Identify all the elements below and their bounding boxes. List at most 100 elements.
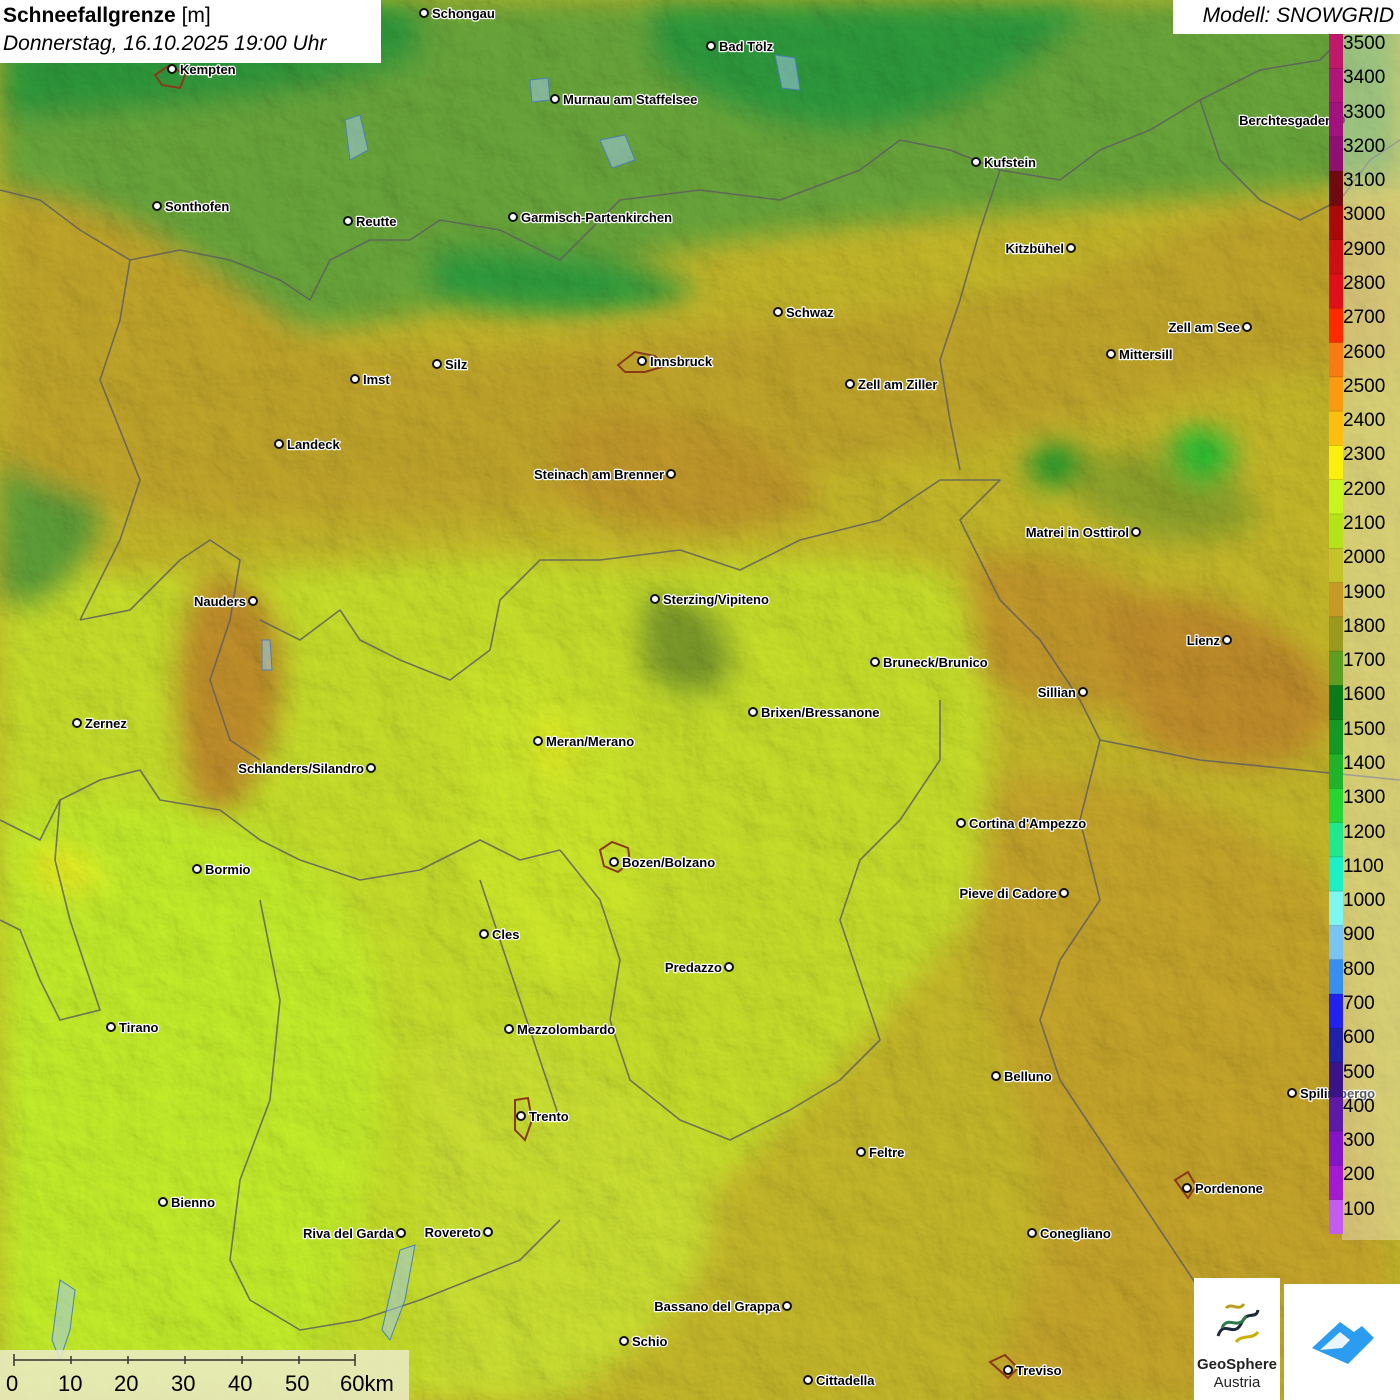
place-label: Meran/Merano xyxy=(546,734,634,749)
legend-tick-label: 100 xyxy=(1343,1198,1375,1220)
snowgrid-app-logo[interactable] xyxy=(1284,1284,1400,1400)
scale-label: 20 xyxy=(114,1371,139,1396)
place-dot xyxy=(748,707,758,717)
place-dot xyxy=(1182,1183,1192,1193)
scale-label: 40 xyxy=(228,1371,253,1396)
place-dot xyxy=(782,1301,792,1311)
place-marker[interactable]: Bruneck/Brunico xyxy=(870,654,989,671)
place-label: Belluno xyxy=(1004,1069,1052,1084)
legend-tick-label: 1100 xyxy=(1343,855,1384,877)
place-label: Zell am Ziller xyxy=(858,377,937,392)
place-marker[interactable]: Cortina d'Ampezzo xyxy=(956,815,1088,832)
legend-swatch xyxy=(1329,171,1343,206)
place-marker[interactable]: Bozen/Bolzano xyxy=(609,854,716,871)
legend-tick-label: 500 xyxy=(1343,1061,1375,1083)
scale-label: 50 xyxy=(285,1371,310,1396)
legend-tick-label: 2100 xyxy=(1343,513,1386,534)
place-label: Matrei in Osttirol xyxy=(1026,525,1129,540)
legend-tick-label: 300 xyxy=(1343,1130,1375,1152)
place-dot xyxy=(167,64,177,74)
place-label: Landeck xyxy=(287,437,341,452)
legend-tick-label: 600 xyxy=(1343,1027,1375,1049)
place-dot xyxy=(1003,1365,1013,1375)
place-marker[interactable]: Pieve di Cadore xyxy=(958,885,1069,902)
place-dot xyxy=(1131,527,1141,537)
place-dot xyxy=(479,929,489,939)
place-dot xyxy=(152,201,162,211)
place-marker[interactable]: Schongau xyxy=(419,5,496,22)
legend-swatch xyxy=(1329,754,1343,789)
place-marker[interactable]: Sonthofen xyxy=(152,198,231,215)
legend-swatch xyxy=(1329,102,1343,138)
place-marker[interactable]: Conegliano xyxy=(1027,1225,1112,1242)
legend-swatch xyxy=(1329,514,1343,549)
place-label: Bassano del Grappa xyxy=(654,1299,780,1314)
place-marker[interactable]: Riva del Garda xyxy=(302,1225,406,1242)
place-dot xyxy=(248,596,258,606)
place-label: Bozen/Bolzano xyxy=(622,855,715,870)
place-dot xyxy=(1059,888,1069,898)
place-dot xyxy=(192,864,202,874)
legend-swatch xyxy=(1329,308,1343,344)
place-dot xyxy=(1078,687,1088,697)
legend-tick-label: 2600 xyxy=(1343,341,1386,363)
place-dot xyxy=(274,439,284,449)
place-marker[interactable]: Meran/Merano xyxy=(533,733,635,750)
place-marker[interactable]: Zell am Ziller xyxy=(845,376,939,393)
legend-tick-label: 2800 xyxy=(1343,273,1386,294)
geosphere-country: Austria xyxy=(1213,1374,1261,1391)
legend-swatch xyxy=(1329,1165,1343,1201)
legend-swatch xyxy=(1329,239,1343,275)
place-label: Schwaz xyxy=(786,305,834,320)
legend-swatch xyxy=(1329,788,1343,824)
place-label: Feltre xyxy=(869,1145,904,1160)
place-marker[interactable]: Matrei in Osttirol xyxy=(1024,524,1141,541)
variable-unit: [m] xyxy=(181,4,211,27)
place-marker[interactable]: Schlanders/Silandro xyxy=(237,760,376,777)
place-dot xyxy=(516,1111,526,1121)
place-marker[interactable]: Garmisch-Partenkirchen xyxy=(508,209,673,226)
place-dot xyxy=(856,1147,866,1157)
legend-swatch xyxy=(1329,68,1343,104)
geosphere-logo[interactable]: GeoSphere Austria xyxy=(1194,1278,1280,1400)
place-label: Silz xyxy=(445,357,468,372)
place-label: Lienz xyxy=(1187,633,1221,648)
place-dot xyxy=(508,212,518,222)
place-dot xyxy=(619,1336,629,1346)
place-marker[interactable]: Murnau am Staffelsee xyxy=(550,91,699,108)
legend-swatch xyxy=(1329,1131,1343,1166)
legend-swatch xyxy=(1329,1199,1343,1234)
place-marker[interactable]: Bassano del Grappa xyxy=(653,1298,792,1315)
place-label: Bad Tölz xyxy=(719,39,774,54)
place-label: Bruneck/Brunico xyxy=(883,655,988,670)
legend-tick-label: 1700 xyxy=(1343,650,1386,672)
place-marker[interactable]: Zell am See xyxy=(1167,319,1252,336)
legend-tick-label: 2000 xyxy=(1343,547,1386,569)
place-label: Conegliano xyxy=(1040,1226,1111,1241)
place-label: Brixen/Bressanone xyxy=(761,705,880,720)
legend-tick-label: 2700 xyxy=(1343,307,1386,329)
legend-tick-label: 1500 xyxy=(1343,718,1386,740)
legend-tick-label: 1400 xyxy=(1343,753,1386,774)
place-label: Schongau xyxy=(432,6,495,21)
place-label: Pieve di Cadore xyxy=(959,886,1057,901)
legend-swatch xyxy=(1329,34,1343,69)
legend-swatch xyxy=(1329,1096,1343,1132)
legend-swatch xyxy=(1329,342,1343,378)
place-marker[interactable]: Pordenone xyxy=(1182,1180,1264,1197)
snowline-map[interactable]: Schongau Bad Tölz Kempten Murnau am Staffel… xyxy=(0,0,1400,1400)
place-marker[interactable]: Innsbruck xyxy=(637,353,714,370)
place-marker[interactable]: Steinach am Brenner xyxy=(533,466,676,483)
color-legend xyxy=(1329,34,1343,1234)
place-marker[interactable]: Sterzing/Vipiteno xyxy=(650,591,770,608)
place-label: Schio xyxy=(632,1334,667,1349)
place-dot xyxy=(724,962,734,972)
place-dot xyxy=(803,1375,813,1385)
place-marker[interactable]: Mezzolombardo xyxy=(504,1021,617,1038)
place-marker[interactable]: Brixen/Bressanone xyxy=(748,704,881,721)
legend-swatch xyxy=(1329,1062,1343,1098)
place-label: Tirano xyxy=(119,1020,159,1035)
legend-swatch xyxy=(1329,582,1343,618)
place-dot xyxy=(991,1071,1001,1081)
place-label: Innsbruck xyxy=(650,354,713,369)
